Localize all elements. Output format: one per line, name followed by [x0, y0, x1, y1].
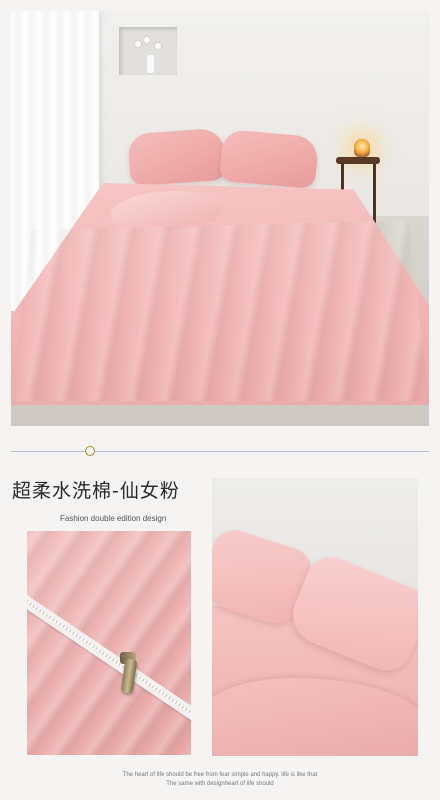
duvet-texture — [11, 220, 429, 401]
pillow-detail-photo — [212, 478, 418, 756]
product-subtitle: Fashion double edition design — [60, 514, 167, 523]
pillow — [127, 127, 227, 187]
zipper-detail-photo — [27, 531, 191, 755]
lamp — [354, 139, 370, 157]
flower — [155, 43, 161, 49]
divider-line — [11, 451, 429, 452]
hero-photo — [11, 11, 429, 426]
footer-line-1: The heart of life should be free from fe… — [122, 772, 318, 778]
fabric-folds — [27, 531, 191, 755]
vase — [147, 55, 154, 73]
table-leg — [373, 163, 376, 223]
flower — [135, 41, 141, 47]
pillow — [218, 128, 320, 190]
footer-line-2: The same with designheart of life should — [166, 781, 274, 787]
flower — [144, 37, 150, 43]
divider-dot — [85, 446, 95, 456]
product-title: 超柔水洗棉-仙女粉 — [12, 480, 180, 502]
footer-text: The heart of life should be free from fe… — [0, 771, 440, 789]
